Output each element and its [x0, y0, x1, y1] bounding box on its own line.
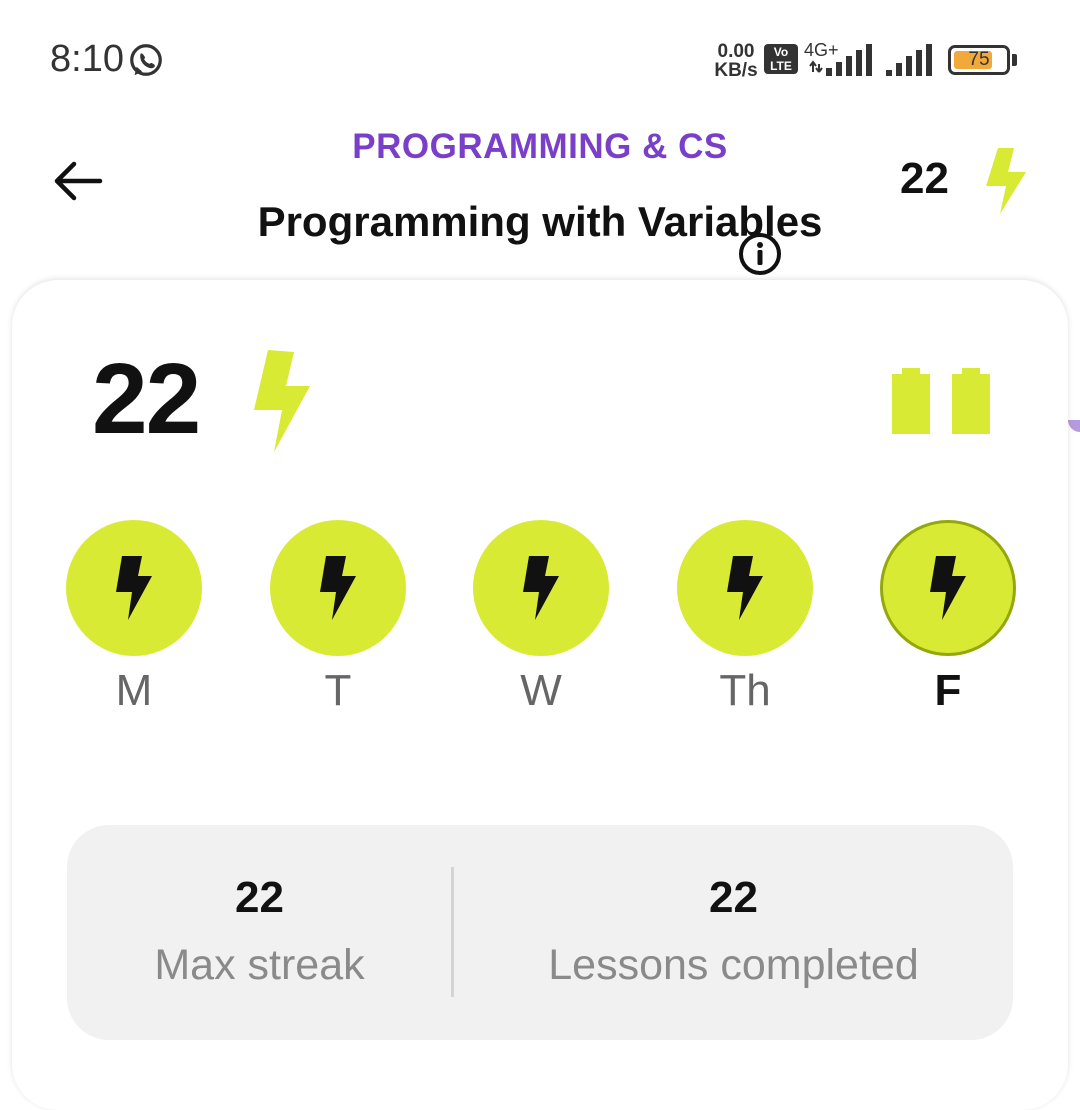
day-monday: M: [64, 520, 204, 720]
max-streak-stat: 22 Max streak: [67, 825, 452, 1040]
battery-percent: 75: [968, 49, 990, 70]
day-wednesday: W: [471, 520, 611, 720]
day-label: Th: [719, 666, 771, 715]
network-speed-unit: KB/s: [714, 60, 758, 81]
bolt-icon: [116, 556, 152, 620]
streak-card: 22 M T W Th F 22 Max streak 22 Lessons c…: [12, 280, 1068, 1110]
day-thursday: Th: [675, 520, 815, 720]
battery-cap: [1012, 54, 1017, 66]
header-streak-count[interactable]: 22: [900, 154, 949, 204]
day-today-badge: [880, 520, 1016, 656]
streak-stats: 22 Max streak 22 Lessons completed: [67, 825, 1013, 1040]
day-completed-badge: [677, 520, 813, 656]
bolt-icon: [727, 556, 763, 620]
background-accent: [1068, 420, 1080, 432]
status-bar: 8:10 0.00 KB/s Vo LTE 4G+ 75: [0, 0, 1080, 110]
signal-strength-icon: [809, 44, 872, 76]
lessons-completed-value: 22: [709, 873, 758, 922]
network-speed: 0.00 KB/s: [712, 42, 760, 80]
max-streak-value: 22: [235, 873, 284, 922]
day-label: T: [324, 666, 352, 715]
header-bolt-icon[interactable]: [980, 146, 1028, 216]
signal-strength-2-icon: [886, 44, 932, 76]
status-time: 8:10: [50, 38, 124, 80]
day-label: W: [520, 666, 562, 715]
day-completed-badge: [473, 520, 609, 656]
day-friday: F: [878, 520, 1018, 720]
bolt-icon: [930, 556, 966, 620]
battery-icon: 75: [948, 45, 1010, 75]
volte-icon-bottom: LTE: [770, 59, 792, 73]
streak-bolt-icon: [254, 350, 310, 452]
network-speed-value: 0.00: [717, 41, 755, 62]
streak-count: 22: [92, 343, 201, 455]
bolt-icon: [523, 556, 559, 620]
day-label-today: F: [934, 666, 962, 715]
weekly-streak: M T W Th F: [64, 520, 1024, 720]
whatsapp-notification-icon: [130, 44, 162, 76]
day-label: M: [115, 666, 153, 715]
lessons-completed-label: Lessons completed: [548, 941, 919, 989]
streak-freeze-icon[interactable]: [892, 368, 992, 434]
volte-icon-top: Vo: [773, 45, 789, 59]
bolt-icon: [320, 556, 356, 620]
day-completed-badge: [66, 520, 202, 656]
max-streak-label: Max streak: [154, 941, 365, 989]
day-tuesday: T: [268, 520, 408, 720]
volte-icon: Vo LTE: [764, 44, 798, 74]
lessons-completed-stat: 22 Lessons completed: [454, 825, 1013, 1040]
back-arrow-icon[interactable]: [48, 155, 106, 207]
day-completed-badge: [270, 520, 406, 656]
course-category: PROGRAMMING & CS: [352, 127, 728, 166]
info-icon[interactable]: [737, 231, 783, 277]
